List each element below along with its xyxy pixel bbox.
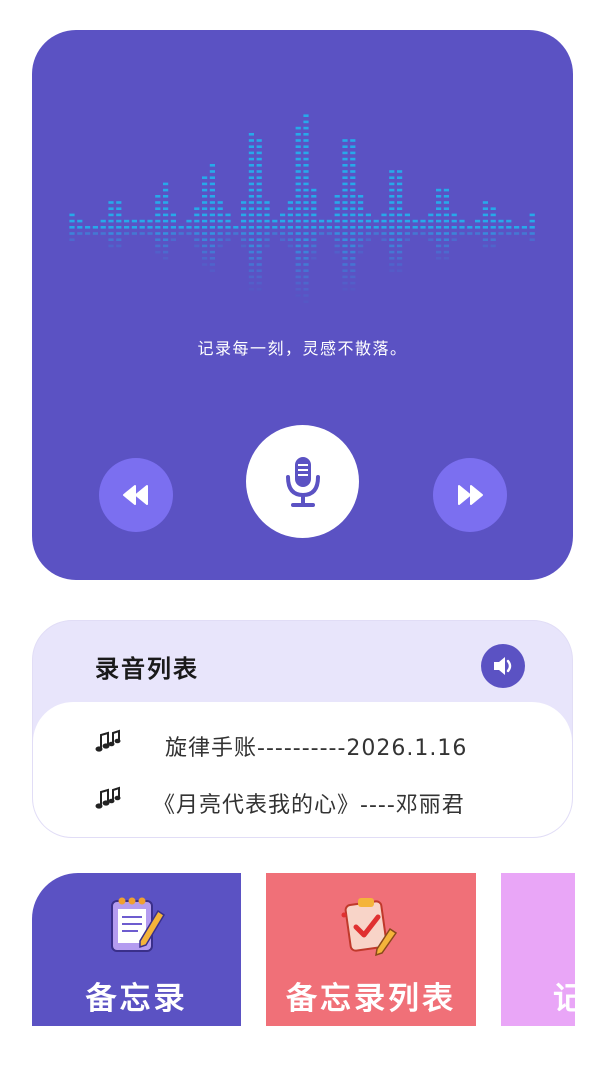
tile-memo-list-label: 备忘录列表 xyxy=(286,981,456,1017)
music-note-icon xyxy=(95,729,123,759)
tile-memo-list[interactable]: 备忘录列表 xyxy=(266,873,476,1026)
fast-forward-button[interactable] xyxy=(433,458,507,532)
microphone-icon xyxy=(285,456,320,507)
recording-list-title: 录音列表 xyxy=(95,655,199,683)
notepad-icon xyxy=(111,897,166,952)
recorder-card: 记录每一刻，灵感不散落。 xyxy=(32,30,573,580)
recording-item[interactable]: 旋律手账----------2026.1.16 xyxy=(33,723,572,763)
recording-item-label: 旋律手账----------2026.1.16 xyxy=(165,736,468,761)
recording-item-label: 《月亮代表我的心》----邓丽君 xyxy=(153,793,465,818)
audio-waveform xyxy=(69,114,535,303)
clipboard-checklist-icon xyxy=(341,898,398,957)
rewind-button[interactable] xyxy=(99,458,173,532)
recording-list: 旋律手账----------2026.1.16 《月亮代表我的心》----邓丽君 xyxy=(33,702,572,837)
rewind-icon xyxy=(123,485,148,505)
tile-memo[interactable]: 备忘录 xyxy=(32,873,241,1026)
tile-record[interactable]: 记 xyxy=(501,873,575,1026)
tile-memo-label: 备忘录 xyxy=(85,981,188,1017)
music-note-icon xyxy=(95,786,123,816)
tile-record-label: 记 xyxy=(553,981,575,1017)
feature-tiles: 备忘录 备忘录列表 记 xyxy=(32,873,575,1026)
fast-forward-icon xyxy=(458,485,483,505)
slogan-text: 记录每一刻，灵感不散落。 xyxy=(197,339,408,358)
recording-list-card: 录音列表 旋律手账----------2026.1.16 《月亮代表我的心》--… xyxy=(32,620,573,838)
speaker-icon xyxy=(494,657,512,675)
record-button[interactable] xyxy=(246,425,359,538)
recording-item[interactable]: 《月亮代表我的心》----邓丽君 xyxy=(33,780,572,820)
speaker-button[interactable] xyxy=(481,644,525,688)
